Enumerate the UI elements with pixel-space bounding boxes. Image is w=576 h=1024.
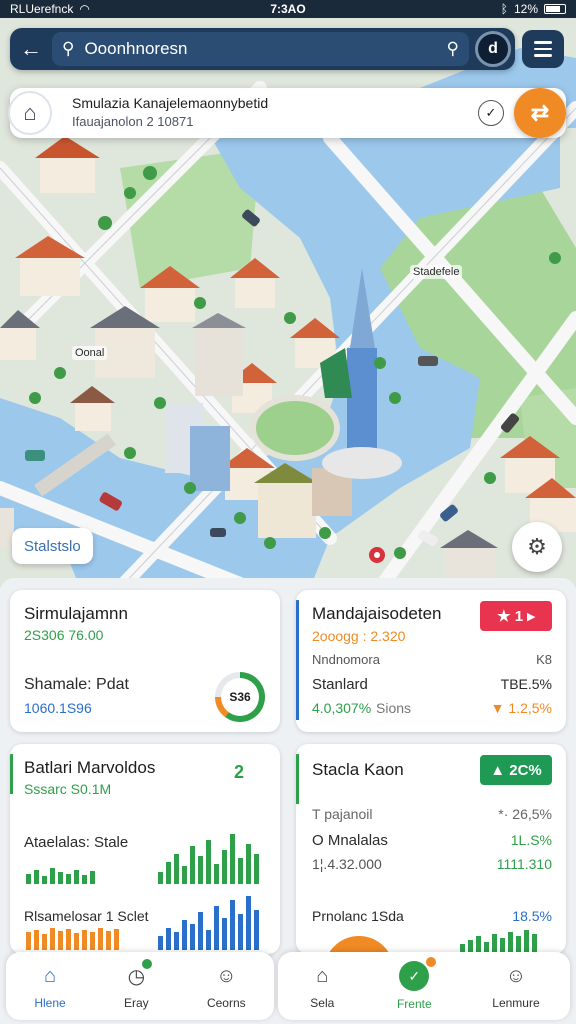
menu-line-icon xyxy=(534,41,552,44)
clock: 7:3AO xyxy=(270,2,306,16)
nav-item-home[interactable]: ⌂ Hlene xyxy=(34,962,66,1011)
stat-card-simulation[interactable]: Sirmulajamnn 2S306 76.00 Shamale: Pdat 1… xyxy=(10,590,280,732)
notification-dot xyxy=(142,959,153,969)
nav-item-sela[interactable]: ⌂ Sela xyxy=(308,962,336,1011)
nav-item-history[interactable]: ◷ Eray xyxy=(122,959,153,1010)
info-title: Smulazia Kanajelemaonnybetid xyxy=(72,95,269,111)
nav-label: Hlene xyxy=(34,996,66,1010)
profile-action-button[interactable]: d xyxy=(475,31,511,67)
nav-item-frente[interactable]: ✓ Frente xyxy=(396,957,436,1011)
row-label: T pajanoil xyxy=(312,806,373,822)
back-arrow-icon[interactable]: ← xyxy=(10,28,52,70)
stat-card-station[interactable]: Stacla Kaon ▲ 2C% T pajanoil *· 26,5% O … xyxy=(296,744,566,954)
row-value: 1111.310 xyxy=(496,856,552,872)
bluetooth-icon: ᛒ xyxy=(500,2,508,16)
card-accent-bar xyxy=(296,600,299,720)
nav-label: Eray xyxy=(123,996,149,1010)
user-icon: ☺ xyxy=(216,964,237,987)
alert-badge: ★ 1 ▸ xyxy=(480,601,552,631)
battery-icon xyxy=(544,4,566,14)
compass-icon[interactable]: ✓ xyxy=(478,100,504,126)
blue-bar-chart xyxy=(158,894,259,950)
person-icon: ☺ xyxy=(505,964,527,987)
home-icon: ⌂ xyxy=(43,964,57,987)
carrier-label: RLUerefnck xyxy=(10,2,74,16)
nav-label: Ceorns xyxy=(206,996,246,1010)
card-side-value: 2 xyxy=(234,762,245,782)
layers-button[interactable]: ⚙ xyxy=(512,522,562,572)
nav-label: Frente xyxy=(396,997,432,1011)
info-subtitle: Ifauajanolon 2 10871 xyxy=(72,114,194,129)
status-bar: RLUerefnck ◠ 7:3AO ᛒ 12% xyxy=(0,0,576,18)
profile-action-glyph: d xyxy=(488,40,498,57)
house-outline-icon: ⌂ xyxy=(316,964,329,987)
card-title: Stacla Kaon xyxy=(312,760,404,779)
card-subtitle: Sssarc S0.1M xyxy=(24,781,112,797)
info-card[interactable]: ⌂ Smulazia Kanajelemaonnybetid Ifauajano… xyxy=(8,88,566,138)
map-label-stadium: Stadefele xyxy=(410,265,463,279)
card-title: Batlari Marvoldos xyxy=(24,758,156,777)
gauge-value: S36 xyxy=(221,678,259,716)
green-bar-chart xyxy=(26,854,95,884)
row-label: Prnolanc 1Sda xyxy=(312,908,404,924)
growth-badge: ▲ 2C% xyxy=(480,755,552,785)
row-label: O Mnalalas xyxy=(312,832,388,849)
stat-card-battery[interactable]: Batlari Marvoldos Sssarc S0.1M 2 Ataelal… xyxy=(10,744,280,954)
card-subtitle: 2S306 76.00 xyxy=(24,627,104,643)
nav-label: Lenmure xyxy=(492,996,540,1010)
building-avatar-icon: ⌂ xyxy=(8,91,52,135)
card-value: 1060.1S96 xyxy=(24,700,92,716)
row-mid: Sions xyxy=(376,700,412,716)
card-accent-bar xyxy=(10,754,13,794)
magnifier-icon[interactable]: ⚲ xyxy=(447,39,459,59)
orange-bar-chart xyxy=(26,928,119,950)
nav-label: Sela xyxy=(310,996,335,1010)
wifi-icon: ◠ xyxy=(79,2,90,16)
nav-item-lenmure[interactable]: ☺ Lenmure xyxy=(492,962,540,1011)
search-input[interactable]: ⚲ Ooonhnoresn ⚲ xyxy=(52,32,469,66)
menu-button[interactable] xyxy=(522,30,564,68)
row-label: 4.0,307% xyxy=(312,700,372,716)
stat-card-management[interactable]: Mandajaisodeten ★ 1 ▸ 2ooogg : 2.320 Nnd… xyxy=(296,590,566,732)
row-value: ▼ 1.2,5% xyxy=(490,700,552,716)
row-label: 1¦.4.32.000 xyxy=(312,856,382,872)
row-value: *· 26,5% xyxy=(498,806,552,822)
progress-gauge: S36 xyxy=(215,672,265,722)
row-value: K8 xyxy=(536,652,552,667)
green-bar-chart-tall xyxy=(158,829,259,884)
card-title: Mandajaisodeten xyxy=(312,604,442,623)
map-label-center: Oonal xyxy=(72,346,108,360)
menu-line-icon xyxy=(534,54,552,57)
card-subtitle: 2ooogg : 2.320 xyxy=(312,628,406,644)
row-value: 18.5% xyxy=(512,908,552,924)
row-value: 1L.S% xyxy=(510,832,552,848)
battery-label: 12% xyxy=(513,2,538,16)
card-accent-bar xyxy=(296,754,299,804)
search-text: Ooonhnoresn xyxy=(84,39,188,58)
menu-line-icon xyxy=(534,47,552,51)
card-title: Sirmulajamnn xyxy=(24,604,128,623)
nav-item-account[interactable]: ☺ Ceorns xyxy=(206,962,246,1011)
green-mini-chart xyxy=(460,930,537,952)
leaf-icon: ✓ xyxy=(399,961,430,991)
search-bar: ← ⚲ Ooonhnoresn ⚲ d xyxy=(10,28,515,70)
row-value: TBE.5% xyxy=(500,676,552,692)
bottom-nav-right: ⌂ Sela ✓ Frente ☺ Lenmure xyxy=(278,952,570,1020)
search-icon: ⚲ xyxy=(62,39,75,58)
filter-action-button[interactable]: ⇄ xyxy=(514,88,566,138)
card-label: Rlsamelosar 1 Sclet xyxy=(24,908,149,924)
card-label: Ataelalas: Stale xyxy=(24,834,129,851)
row-label: Stanlard xyxy=(312,676,368,693)
stats-chip[interactable]: Stalstslo xyxy=(12,528,93,564)
row-label: Nndnomora xyxy=(312,652,380,667)
bottom-nav-left: ⌂ Hlene ◷ Eray ☺ Ceorns xyxy=(6,952,274,1020)
card-label: Shamale: Pdat xyxy=(24,676,129,693)
notification-dot xyxy=(425,957,436,967)
